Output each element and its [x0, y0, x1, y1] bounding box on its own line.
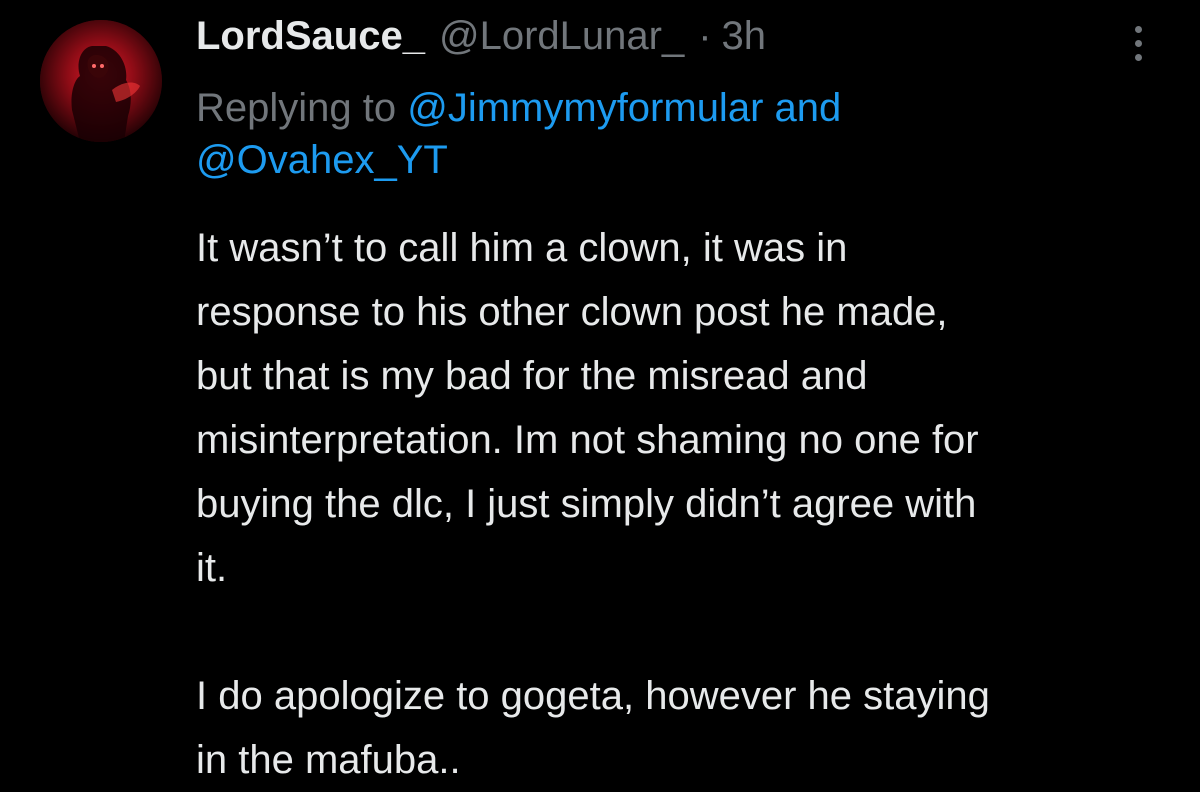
timestamp[interactable]: 3h — [722, 14, 767, 59]
author-handle[interactable]: @LordLunar_ — [439, 14, 684, 59]
author-display-name[interactable]: LordSauce_ — [196, 14, 425, 59]
more-dot — [1134, 53, 1142, 61]
avatar[interactable] — [40, 20, 162, 142]
mention-link[interactable]: @Jimmymyformular — [407, 86, 763, 130]
tweet-text-line: in the mafuba.. — [196, 738, 461, 782]
more-dot — [1134, 39, 1142, 47]
tweet-text-line: misinterpretation. Im not shaming no one… — [196, 418, 979, 462]
tweet-text-line: It wasn’t to call him a clown, it was in — [196, 226, 848, 270]
tweet-text-line: but that is my bad for the misread and — [196, 354, 868, 398]
tweet-header: LordSauce_ @LordLunar_ · 3h — [196, 14, 766, 70]
tweet-text-line: I do apologize to gogeta, however he sta… — [196, 674, 990, 718]
tweet-text: It wasn’t to call him a clown, it was in… — [196, 216, 1176, 792]
replying-to-prefix: Replying to — [196, 86, 408, 130]
mention-conjunction[interactable]: and — [763, 86, 842, 130]
more-dot — [1134, 25, 1142, 33]
paragraph-break — [196, 600, 1176, 664]
tweet-text-line: response to his other clown post he made… — [196, 290, 948, 334]
tweet-text-line: buying the dlc, I just simply didn’t agr… — [196, 482, 977, 526]
more-vertical-icon[interactable] — [1118, 18, 1158, 68]
tweet-text-line: it. — [196, 546, 228, 590]
avatar-image — [40, 20, 162, 142]
mention-link[interactable]: @Ovahex_YT — [196, 138, 448, 182]
tweet[interactable]: LordSauce_ @LordLunar_ · 3h Replying to … — [0, 0, 1200, 782]
separator-dot: · — [698, 14, 712, 58]
replying-to: Replying to @Jimmymyformular and @Ovahex… — [196, 82, 1096, 186]
